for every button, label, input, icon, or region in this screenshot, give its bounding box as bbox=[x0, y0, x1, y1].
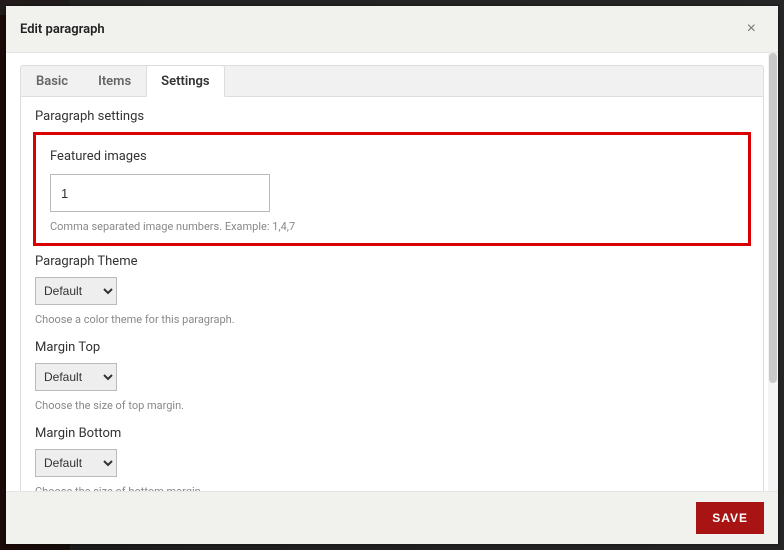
margin-top-label: Margin Top bbox=[35, 340, 749, 355]
field-paragraph-theme: Paragraph Theme Default Choose a color t… bbox=[33, 254, 751, 340]
scrollbar-thumb[interactable] bbox=[769, 53, 777, 383]
close-icon[interactable]: × bbox=[739, 16, 764, 42]
tab-bar: Basic Items Settings bbox=[20, 65, 764, 97]
modal-footer: SAVE bbox=[6, 491, 778, 544]
paragraph-theme-select[interactable]: Default bbox=[35, 277, 117, 305]
tab-items[interactable]: Items bbox=[83, 65, 146, 97]
panel-heading: Paragraph settings bbox=[35, 109, 751, 124]
featured-images-help: Comma separated image numbers. Example: … bbox=[50, 220, 734, 233]
featured-images-input[interactable] bbox=[50, 174, 270, 212]
tab-basic[interactable]: Basic bbox=[21, 65, 83, 97]
field-featured-images: Featured images Comma separated image nu… bbox=[33, 132, 751, 246]
page-background: ····· Edit paragraph × Basic Items Setti… bbox=[0, 0, 784, 550]
paragraph-theme-label: Paragraph Theme bbox=[35, 254, 749, 269]
margin-bottom-help: Choose the size of bottom margin. bbox=[35, 485, 749, 491]
featured-images-label: Featured images bbox=[50, 149, 734, 164]
settings-panel: Paragraph settings Featured images Comma… bbox=[20, 97, 764, 491]
field-margin-top: Margin Top Default Choose the size of to… bbox=[33, 340, 751, 426]
tab-settings[interactable]: Settings bbox=[146, 65, 224, 97]
modal-title: Edit paragraph bbox=[20, 22, 105, 37]
field-margin-bottom: Margin Bottom Default Choose the size of… bbox=[33, 426, 751, 491]
margin-bottom-select[interactable]: Default bbox=[35, 449, 117, 477]
scrollbar-track[interactable] bbox=[768, 53, 778, 491]
margin-top-select[interactable]: Default bbox=[35, 363, 117, 391]
modal-body[interactable]: Basic Items Settings Paragraph settings … bbox=[6, 53, 778, 491]
modal-header: Edit paragraph × bbox=[6, 6, 778, 53]
margin-bottom-label: Margin Bottom bbox=[35, 426, 749, 441]
paragraph-theme-help: Choose a color theme for this paragraph. bbox=[35, 313, 749, 326]
margin-top-help: Choose the size of top margin. bbox=[35, 399, 749, 412]
save-button[interactable]: SAVE bbox=[696, 502, 764, 534]
edit-paragraph-modal: Edit paragraph × Basic Items Settings Pa… bbox=[6, 6, 778, 544]
